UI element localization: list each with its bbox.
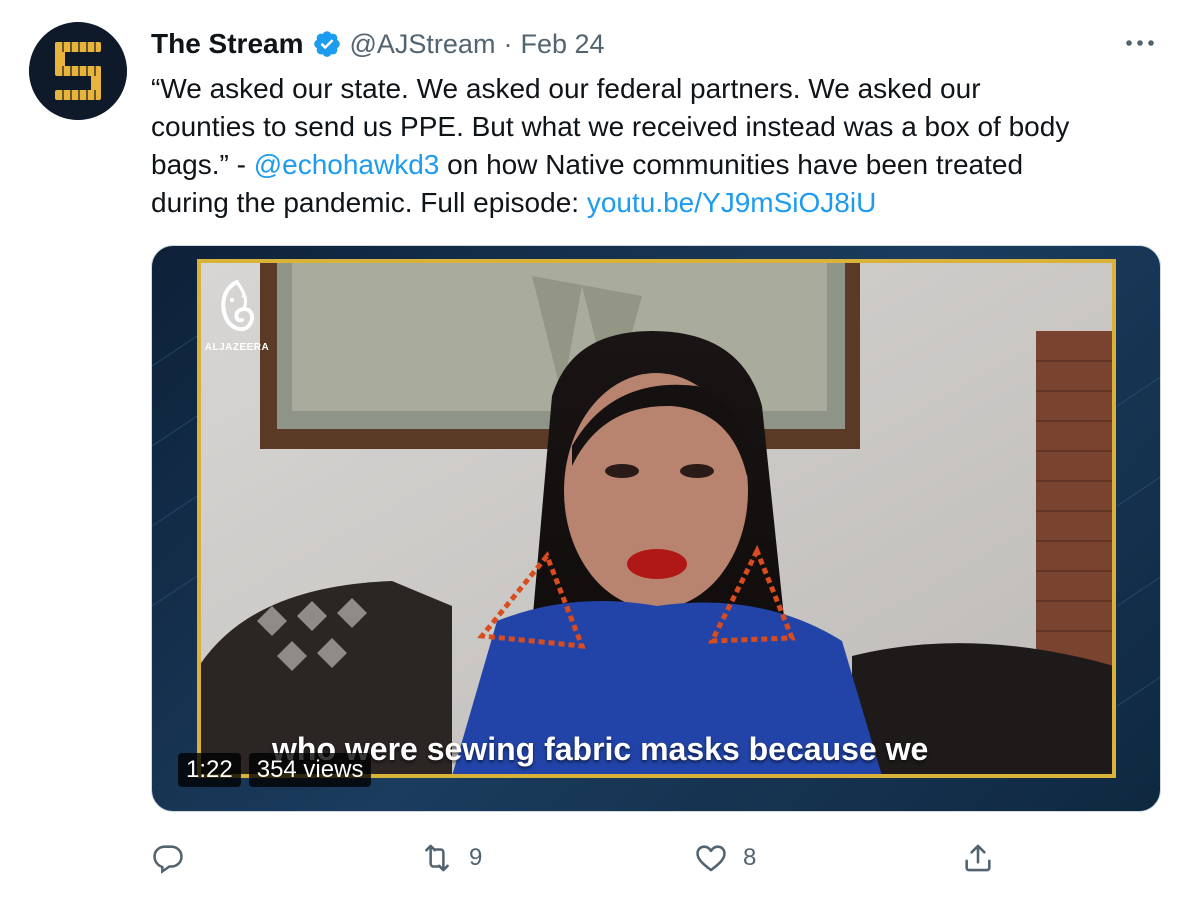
tweet-text-line: bags.” - @echohawkd3 on how Native commu… (151, 149, 1024, 180)
reply-button[interactable] (151, 838, 199, 878)
author-name[interactable]: The Stream (151, 28, 304, 60)
mention-link[interactable]: @echohawkd3 (254, 149, 440, 180)
tweet-text-line: during the pandemic. Full episode: youtu… (151, 187, 877, 218)
like-button[interactable]: 8 (693, 838, 756, 878)
video-player[interactable]: ALJAZEERA who were sewing fabric masks b… (151, 245, 1161, 812)
aljazeera-mark-icon (221, 280, 255, 332)
author-handle[interactable]: @AJStream (350, 29, 496, 60)
the-stream-logo-icon (29, 22, 127, 120)
reply-icon (153, 845, 183, 874)
aljazeera-wordmark: ALJAZEERA (204, 342, 270, 353)
tweet-text-line: counties to send us PPE. But what we rec… (151, 111, 1070, 142)
heart-icon (696, 845, 726, 872)
tweet-text: “We asked our state. We asked our federa… (151, 70, 1161, 222)
like-count: 8 (743, 844, 757, 871)
share-icon (965, 844, 991, 872)
separator-dot: · (503, 28, 513, 59)
video-frame (152, 259, 1160, 778)
video-views: 354 views (248, 753, 372, 787)
video-duration: 1:22 (178, 753, 241, 787)
video-badges: 1:22 354 views (178, 753, 372, 787)
tweet[interactable]: The Stream @AJStream · Feb 24 “We asked … (0, 0, 1182, 904)
tweet-actions: 9 8 (151, 838, 1011, 878)
tweet-date[interactable]: Feb 24 (520, 29, 604, 60)
youtube-link[interactable]: youtu.be/YJ9mSiOJ8iU (587, 187, 876, 218)
share-button[interactable] (961, 838, 995, 878)
retweet-count: 9 (469, 844, 483, 871)
aljazeera-logo: ALJAZEERA (202, 278, 272, 353)
tweet-header: The Stream @AJStream · Feb 24 (151, 24, 605, 64)
retweet-button[interactable]: 9 (419, 838, 482, 878)
retweet-icon (425, 844, 449, 872)
tweet-text-line: “We asked our state. We asked our federa… (151, 73, 981, 104)
video-subtitle: who were sewing fabric masks because we (272, 731, 929, 767)
verified-badge-icon (312, 29, 342, 59)
more-options-icon[interactable] (1123, 28, 1157, 58)
avatar[interactable] (29, 22, 127, 120)
